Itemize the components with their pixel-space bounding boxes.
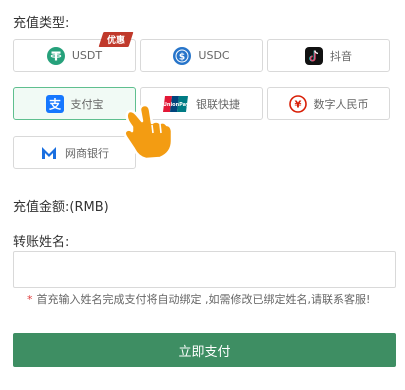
alipay-icon: 支	[45, 94, 64, 113]
pay-method-digital-rmb[interactable]: ¥ 数字人民币	[267, 87, 390, 120]
pay-method-label: 抖音	[330, 49, 352, 63]
pay-method-label: USDT	[71, 49, 103, 62]
pay-method-label: 银联快捷	[196, 97, 240, 111]
tether-icon	[46, 46, 65, 65]
name-binding-hint: * 首充输入姓名完成支付将自动绑定 ,如需修改已绑定姓名,请联系客服!	[27, 293, 392, 307]
pay-method-usdc[interactable]: $ USDC	[140, 39, 263, 72]
pay-now-button[interactable]: 立即支付	[13, 333, 396, 367]
svg-text:¥: ¥	[294, 99, 301, 110]
pay-method-label: 数字人民币	[313, 97, 369, 111]
recharge-amount-label: 充值金额:(RMB)	[13, 200, 109, 215]
digital-rmb-icon: ¥	[288, 94, 307, 113]
pay-method-label: 网商银行	[65, 146, 109, 160]
required-star: *	[27, 293, 33, 306]
pay-method-label: 支付宝	[70, 97, 104, 111]
recharge-type-label: 充值类型:	[13, 16, 70, 31]
usdc-icon: $	[173, 46, 192, 65]
hand-pointer-icon	[123, 103, 174, 161]
mybank-icon	[42, 146, 56, 159]
svg-text:支: 支	[47, 96, 61, 111]
pay-method-label: USDC	[198, 49, 230, 62]
transfer-name-label: 转账姓名:	[13, 235, 70, 250]
pay-method-usdt[interactable]: 优惠 USDT	[13, 32, 136, 72]
svg-text:$: $	[179, 52, 185, 62]
transfer-name-input[interactable]	[13, 251, 396, 288]
pay-method-douyin[interactable]: 抖音	[267, 39, 390, 72]
hint-text: 首充输入姓名完成支付将自动绑定 ,如需修改已绑定姓名,请联系客服!	[36, 293, 371, 306]
discount-badge: 优惠	[98, 32, 134, 47]
tiktok-icon	[305, 46, 323, 65]
